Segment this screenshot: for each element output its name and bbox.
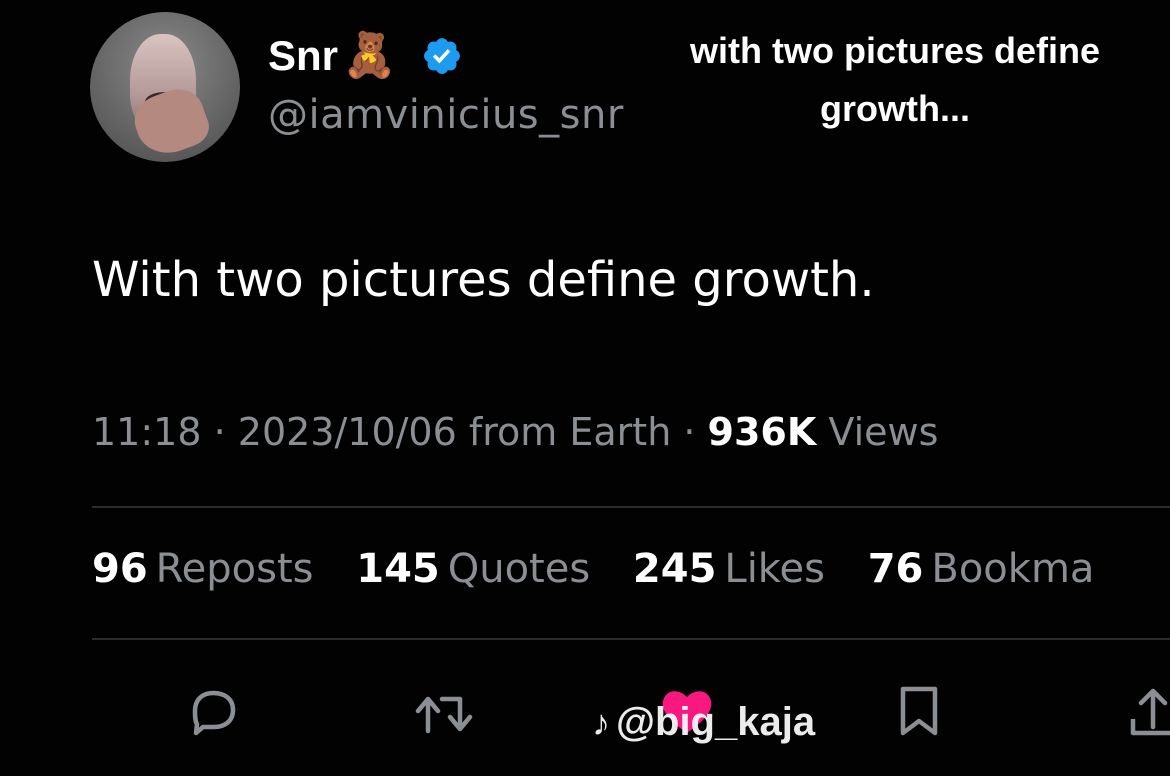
views-count[interactable]: 936K — [708, 410, 817, 454]
author-name-row: Snr 🧸 — [268, 26, 463, 86]
author-name[interactable]: Snr — [268, 32, 338, 80]
tweet-meta: 11:18 · 2023/10/06 from Earth · 936K Vie… — [92, 410, 938, 454]
share-icon — [1130, 688, 1170, 736]
author-handle[interactable]: @iamvinicius_snr — [268, 92, 624, 138]
likes-label: Likes — [724, 546, 825, 592]
engagement-stats: 96 Reposts 145 Quotes 245 Likes 76 Bookma — [92, 546, 1124, 592]
tweet-detail-screen: Snr 🧸 @iamvinicius_snr with two pictures… — [0, 0, 1170, 776]
reposts-count: 96 — [92, 546, 148, 592]
reply-button[interactable] — [178, 676, 248, 746]
divider — [92, 506, 1170, 508]
avatar[interactable] — [90, 12, 240, 162]
tiktok-logo-icon: ♪ — [592, 701, 610, 743]
watermark-handle: @big_kaja — [616, 700, 816, 744]
quotes-count: 145 — [356, 546, 440, 592]
teddy-bear-emoji: 🧸 — [342, 30, 397, 81]
divider — [92, 638, 1170, 640]
quotes-label: Quotes — [447, 546, 591, 592]
repost-button[interactable] — [410, 676, 480, 746]
repost-icon — [415, 696, 473, 734]
views-label: Views — [816, 410, 939, 454]
caption-line-1: with two pictures define — [689, 30, 1101, 71]
tweet-text: With two pictures define growth. — [92, 252, 875, 308]
reposts-stat[interactable]: 96 Reposts — [92, 546, 314, 592]
likes-stat[interactable]: 245 Likes — [633, 546, 825, 592]
tiktok-watermark: ♪ @big_kaja — [592, 700, 815, 745]
video-caption: with two pictures define growth... — [660, 22, 1130, 138]
action-bar — [0, 676, 1170, 746]
bookmark-icon — [900, 686, 938, 736]
bookmarks-stat[interactable]: 76 Bookma — [868, 546, 1095, 592]
share-button[interactable] — [1118, 676, 1170, 746]
likes-count: 245 — [632, 546, 717, 592]
meta-separator: · — [201, 410, 238, 454]
reply-icon — [192, 690, 236, 736]
meta-separator: · — [671, 410, 708, 454]
tweet-source: from Earth — [456, 410, 672, 454]
verified-badge-icon[interactable] — [421, 35, 463, 77]
caption-line-2: growth... — [820, 88, 970, 129]
bookmarks-label: Bookma — [931, 546, 1095, 592]
reposts-label: Reposts — [155, 546, 314, 592]
tweet-date[interactable]: 2023/10/06 — [238, 410, 457, 454]
tweet-time[interactable]: 11:18 — [92, 410, 202, 454]
bookmarks-count: 76 — [867, 546, 924, 592]
quotes-stat[interactable]: 145 Quotes — [356, 546, 590, 592]
bookmark-button[interactable] — [884, 676, 954, 746]
